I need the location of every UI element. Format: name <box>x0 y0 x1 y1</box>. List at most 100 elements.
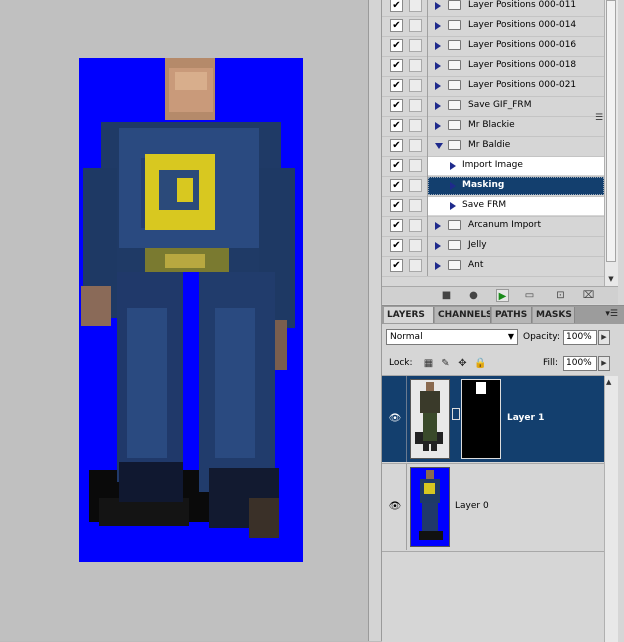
divider <box>382 551 604 552</box>
toggle-checkbox[interactable]: ✔ <box>390 199 403 212</box>
toggle-checkbox[interactable]: ✔ <box>390 59 403 72</box>
expand-triangle-icon[interactable] <box>435 22 441 30</box>
expand-triangle-icon[interactable] <box>435 122 441 130</box>
document-canvas[interactable] <box>79 58 303 562</box>
actions-scroll-thumb[interactable] <box>606 0 616 262</box>
right-panel-dock: ✔ Layer Positions 000-011 ✔ Layer Positions… <box>382 0 624 642</box>
opacity-slider-arrow-icon[interactable]: ▶ <box>598 330 610 345</box>
visibility-eye-icon[interactable]: 👁 <box>388 502 402 512</box>
action-row[interactable]: ✔ Ant <box>382 256 604 276</box>
tab-layers[interactable]: LAYERS <box>384 307 434 323</box>
dialog-toggle-checkbox[interactable] <box>409 39 422 52</box>
dialog-toggle-checkbox[interactable] <box>409 99 422 112</box>
trash-icon[interactable]: ⌧ <box>582 289 595 302</box>
tab-channels[interactable]: CHANNELS <box>435 307 491 323</box>
expand-triangle-icon[interactable] <box>435 82 441 90</box>
action-step-row[interactable]: ✔ Save FRM <box>382 196 604 216</box>
lock-image-icon[interactable]: ✎ <box>440 358 451 369</box>
expand-triangle-icon[interactable] <box>450 182 456 190</box>
toggle-checkbox[interactable]: ✔ <box>390 219 403 232</box>
expand-triangle-icon[interactable] <box>435 62 441 70</box>
dialog-toggle-checkbox[interactable] <box>409 159 422 172</box>
toggle-checkbox[interactable]: ✔ <box>390 119 403 132</box>
action-row[interactable]: ✔ Layer Positions 000-018 <box>382 56 604 76</box>
fill-slider-arrow-icon[interactable]: ▶ <box>598 356 610 371</box>
lock-transparency-icon[interactable]: ▦ <box>423 358 434 369</box>
action-label: Ant <box>468 260 484 270</box>
visibility-eye-icon[interactable]: 👁 <box>388 414 402 424</box>
action-row[interactable]: ✔ Jelly <box>382 236 604 256</box>
action-step-row[interactable]: ✔ Masking <box>382 176 604 196</box>
dialog-toggle-checkbox[interactable] <box>409 259 422 272</box>
action-row[interactable]: ✔ Arcanum Import <box>382 216 604 236</box>
pixelated-figure-image <box>79 58 303 562</box>
actions-panel: ✔ Layer Positions 000-011 ✔ Layer Positions… <box>382 0 604 286</box>
layer-thumbnail <box>410 379 450 459</box>
expand-triangle-icon[interactable] <box>435 42 441 50</box>
toggle-checkbox[interactable]: ✔ <box>390 0 403 12</box>
layer-row-layer-1[interactable]: 👁 Layer 1 <box>382 376 604 462</box>
expand-triangle-icon[interactable] <box>435 222 441 230</box>
dialog-toggle-checkbox[interactable] <box>409 119 422 132</box>
toggle-checkbox[interactable]: ✔ <box>390 99 403 112</box>
toggle-checkbox[interactable]: ✔ <box>390 139 403 152</box>
folder-icon <box>448 80 461 90</box>
blend-mode-select[interactable]: Normal ▼ <box>386 329 518 345</box>
toggle-checkbox[interactable]: ✔ <box>390 19 403 32</box>
lock-all-icon[interactable]: 🔒 <box>474 358 486 369</box>
dialog-toggle-checkbox[interactable] <box>409 79 422 92</box>
layers-scrollbar[interactable]: ▲ <box>604 376 618 642</box>
dialog-toggle-checkbox[interactable] <box>409 0 422 12</box>
action-row[interactable]: ✔ Layer Positions 000-014 <box>382 16 604 36</box>
actions-scrollbar[interactable]: ☰ ▼ <box>595 0 618 286</box>
opacity-field[interactable]: 100% <box>563 330 597 345</box>
tab-paths[interactable]: PATHS <box>492 307 532 323</box>
layer-mask-thumbnail[interactable] <box>461 379 501 459</box>
toggle-checkbox[interactable]: ✔ <box>390 179 403 192</box>
action-row[interactable]: ✔ Layer Positions 000-016 <box>382 36 604 56</box>
expand-triangle-icon[interactable] <box>435 242 441 250</box>
panel-dock-divider[interactable] <box>368 0 382 641</box>
expand-triangle-icon[interactable] <box>435 262 441 270</box>
document-workspace[interactable] <box>0 0 368 641</box>
actions-toolbar: ■ ● ▶ ▭ ⊡ ⌧ <box>382 286 618 304</box>
record-icon[interactable]: ● <box>467 289 480 302</box>
scroll-up-icon[interactable]: ▲ <box>606 378 611 386</box>
tab-masks[interactable]: MASKS <box>533 307 575 323</box>
expand-triangle-open-icon[interactable] <box>435 143 443 149</box>
scroll-down-icon[interactable]: ▼ <box>606 274 616 284</box>
play-icon[interactable]: ▶ <box>496 289 509 302</box>
action-step-row[interactable]: ✔ Import Image <box>382 156 604 176</box>
action-row[interactable]: ✔ Layer Positions 000-021 <box>382 76 604 96</box>
layer-row-layer-0[interactable]: 👁 Layer 0 <box>382 464 604 550</box>
dialog-toggle-checkbox[interactable] <box>409 239 422 252</box>
layer-name: Layer 1 <box>507 413 545 423</box>
action-label: Layer Positions 000-018 <box>468 60 577 70</box>
toggle-checkbox[interactable]: ✔ <box>390 259 403 272</box>
new-action-icon[interactable]: ⊡ <box>554 289 567 302</box>
expand-triangle-icon[interactable] <box>450 202 456 210</box>
expand-triangle-icon[interactable] <box>435 2 441 10</box>
toggle-checkbox[interactable]: ✔ <box>390 159 403 172</box>
fill-field[interactable]: 100% <box>563 356 597 371</box>
toggle-checkbox[interactable]: ✔ <box>390 79 403 92</box>
toggle-checkbox[interactable]: ✔ <box>390 239 403 252</box>
dialog-toggle-checkbox[interactable] <box>409 199 422 212</box>
new-set-icon[interactable]: ▭ <box>523 289 536 302</box>
dialog-toggle-checkbox[interactable] <box>409 219 422 232</box>
dialog-toggle-checkbox[interactable] <box>409 179 422 192</box>
action-row[interactable]: ✔ Mr Blackie <box>382 116 604 136</box>
action-row[interactable]: ✔ Layer Positions 000-011 <box>382 0 604 16</box>
lock-position-icon[interactable]: ✥ <box>457 358 468 369</box>
toggle-checkbox[interactable]: ✔ <box>390 39 403 52</box>
panel-menu-icon[interactable]: ▾☰ <box>605 309 618 319</box>
expand-triangle-icon[interactable] <box>450 162 456 170</box>
mask-link-icon[interactable] <box>452 408 460 420</box>
action-row[interactable]: ✔ Mr Baldie <box>382 136 604 156</box>
expand-triangle-icon[interactable] <box>435 102 441 110</box>
dialog-toggle-checkbox[interactable] <box>409 19 422 32</box>
stop-icon[interactable]: ■ <box>440 289 453 302</box>
dialog-toggle-checkbox[interactable] <box>409 139 422 152</box>
action-row[interactable]: ✔ Save GIF_FRM <box>382 96 604 116</box>
dialog-toggle-checkbox[interactable] <box>409 59 422 72</box>
